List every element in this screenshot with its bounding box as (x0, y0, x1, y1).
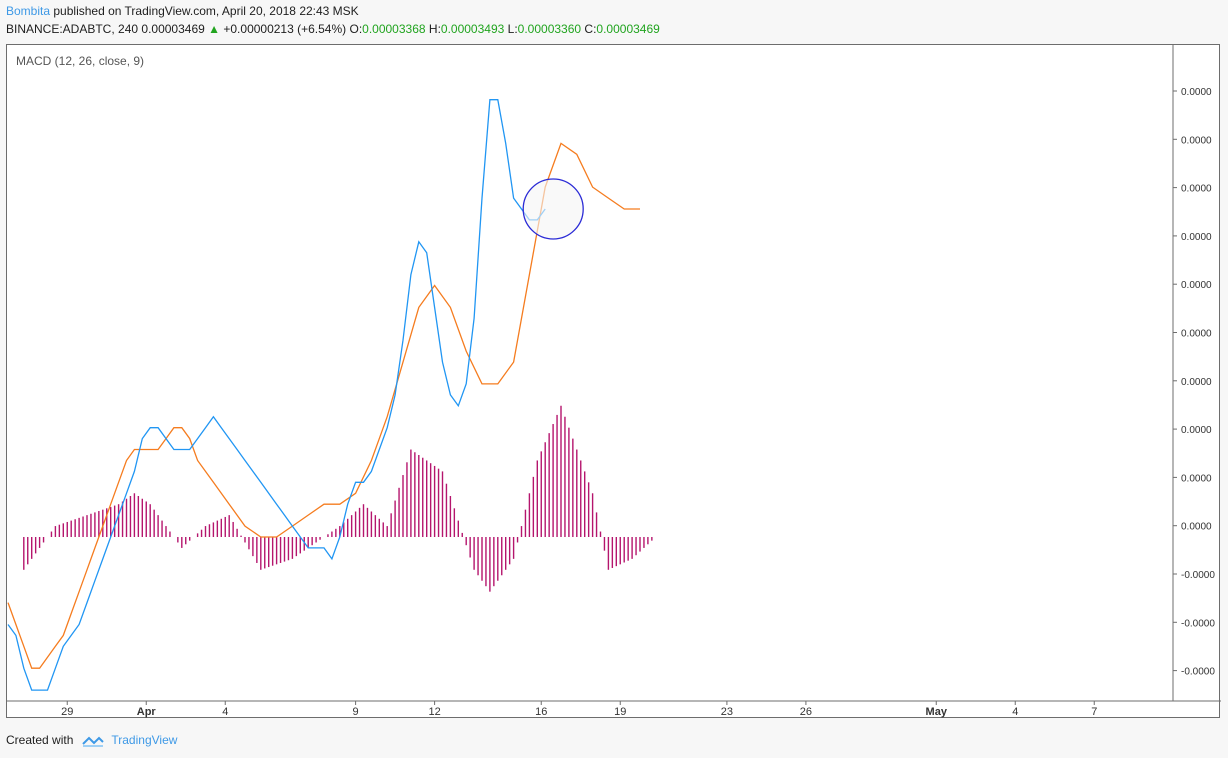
open-value: 0.00003368 (362, 22, 426, 36)
tradingview-logo-icon (82, 736, 105, 747)
y-tick-label: 0.0000 (1181, 184, 1212, 195)
y-tick-label: -0.0000 (1181, 618, 1215, 629)
y-tick-label: 0.0000 (1181, 135, 1212, 146)
close-value: 0.00003469 (596, 22, 660, 36)
high-label: H: (428, 22, 441, 36)
x-tick-label: 29 (61, 706, 73, 718)
x-tick-label: 23 (721, 706, 733, 718)
footer: Created with TradingView (6, 733, 177, 748)
y-tick-label: 0.0000 (1181, 377, 1212, 388)
created-with-label: Created with (6, 733, 74, 747)
x-tick-label: 26 (800, 706, 812, 718)
publish-line: Bombita published on TradingView.com, Ap… (6, 4, 359, 19)
macd-line (7, 99, 546, 691)
published-text: published on TradingView.com, April 20, … (53, 4, 359, 18)
close-label: C: (584, 22, 597, 36)
y-tick-label: 0.0000 (1181, 232, 1212, 243)
macd-chart[interactable]: MACD (12, 26, close, 9) 0.0000 0.0000 0.000… (7, 45, 1221, 719)
y-tick-label: 0.0000 (1181, 87, 1212, 98)
y-tick-label: 0.0000 (1181, 425, 1212, 436)
low-label: L: (507, 22, 518, 36)
y-tick-label: 0.0000 (1181, 473, 1212, 484)
high-value: 0.00003493 (440, 22, 505, 36)
x-tick-label: 12 (428, 706, 440, 718)
x-tick-label: 7 (1091, 706, 1097, 718)
tradingview-link[interactable]: TradingView (111, 733, 177, 748)
last-price: 0.00003469 (141, 22, 205, 36)
x-tick-label: 19 (614, 706, 626, 718)
low-value: 0.00003360 (517, 22, 582, 36)
x-tick-label: Apr (137, 706, 157, 718)
indicator-label: MACD (12, 26, close, 9) (16, 54, 144, 68)
y-tick-label: -0.0000 (1181, 667, 1215, 678)
up-arrow-icon: ▲ (208, 22, 221, 36)
x-tick-label: 16 (535, 706, 547, 718)
ohlc-line: BINANCE:ADABTC, 240 0.00003469 ▲ +0.0000… (6, 22, 660, 37)
symbol-label: BINANCE:ADABTC, 240 (6, 22, 139, 36)
x-tick-label: May (926, 706, 948, 718)
annotation-circle (522, 178, 584, 240)
author-name[interactable]: Bombita (6, 4, 50, 18)
chart-pane[interactable]: MACD (12, 26, close, 9) 0.0000 0.0000 0.000… (6, 44, 1221, 719)
x-tick-label: 9 (353, 706, 359, 718)
price-change: +0.00000213 (+6.54%) (223, 22, 347, 36)
x-tick-label: 4 (222, 706, 228, 718)
y-tick-label: 0.0000 (1181, 522, 1212, 533)
open-label: O: (349, 22, 363, 36)
y-tick-label: 0.0000 (1181, 280, 1212, 291)
y-tick-label: -0.0000 (1181, 570, 1215, 581)
x-tick-label: 4 (1012, 706, 1018, 718)
y-tick-label: 0.0000 (1181, 329, 1212, 340)
